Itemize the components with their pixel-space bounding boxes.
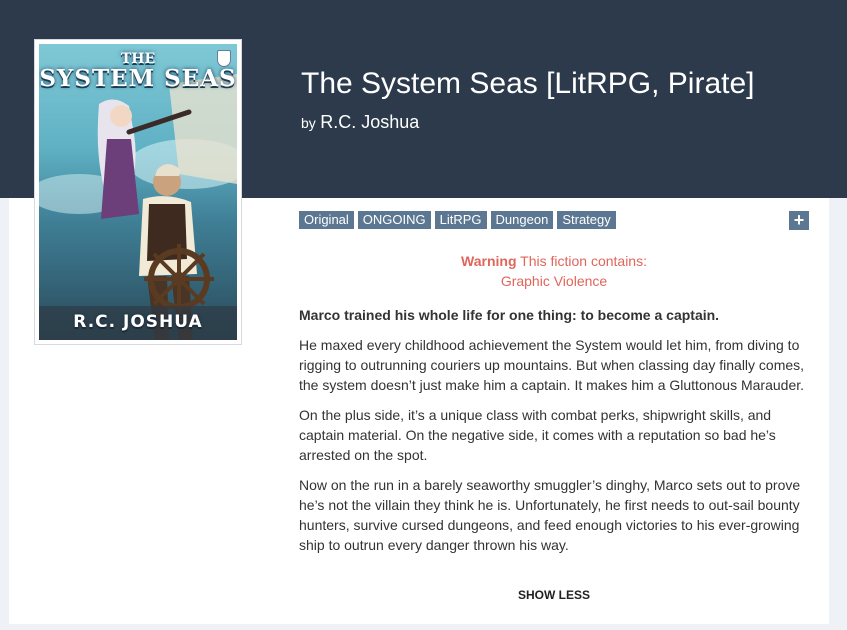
expand-tags-button[interactable]: + (789, 211, 809, 230)
fiction-title: The System Seas [LitRPG, Pirate] (301, 67, 755, 100)
warning-text: This fiction contains: (520, 253, 647, 269)
warning-item-graphic-violence: Graphic Violence (500, 273, 608, 289)
description-lead: Marco trained his whole life for one thi… (299, 307, 720, 323)
by-label: by (301, 115, 316, 131)
byline: by R.C. Joshua (301, 112, 419, 133)
show-less-button[interactable]: SHOW LESS (299, 588, 809, 602)
tag-litrpg[interactable]: LitRPG (434, 211, 487, 229)
tag-strategy[interactable]: Strategy (557, 211, 616, 229)
warning-label: Warning (461, 253, 517, 269)
tag-ongoing[interactable]: ONGOING (357, 211, 431, 229)
cover-image[interactable]: THE SYSTEM SEAS R.C. JOSHUA (34, 39, 242, 345)
cover-title: THE SYSTEM SEAS (39, 51, 237, 92)
author-link[interactable]: R.C. Joshua (320, 112, 419, 132)
tag-original[interactable]: Original (299, 211, 354, 229)
tag-list: Original ONGOING LitRPG Dungeon Strategy (299, 211, 616, 229)
description-paragraph: On the plus side, it’s a unique class wi… (299, 407, 776, 463)
description-paragraph: Now on the run in a barely seaworthy smu… (299, 477, 801, 553)
fiction-description: Marco trained his whole life for one thi… (299, 305, 809, 565)
description-paragraph: He maxed every childhood achievement the… (299, 337, 805, 393)
cover-art: THE SYSTEM SEAS R.C. JOSHUA (39, 44, 237, 340)
cover-author: R.C. JOSHUA (73, 312, 203, 332)
tag-dungeon[interactable]: Dungeon (490, 211, 554, 229)
content-warning: Warning This fiction contains: Graphic V… (299, 251, 809, 291)
